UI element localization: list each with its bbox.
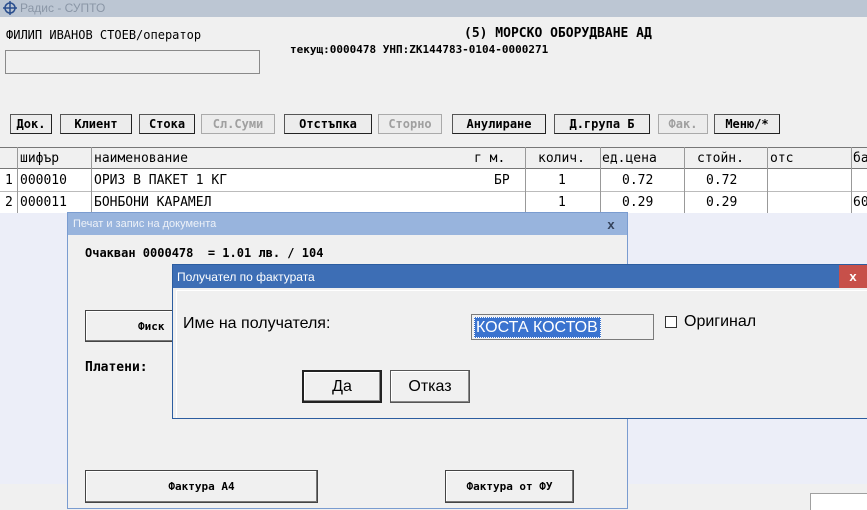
column-divider	[17, 147, 18, 213]
sums-button[interactable]: Сл.Суми	[201, 114, 275, 134]
print-dialog-close-icon[interactable]: x	[596, 214, 626, 234]
column-divider	[767, 147, 768, 213]
column-header-discount[interactable]: отс	[770, 151, 793, 166]
document-info: текущ:0000478 УНП:ZK144783-0104-0000271	[290, 43, 549, 56]
column-divider	[525, 147, 526, 213]
original-label[interactable]: Оригинал	[684, 313, 756, 331]
column-header-extra[interactable]: ба	[853, 151, 867, 166]
column-header-unit[interactable]: г м.	[474, 151, 505, 166]
invoice-a4-button[interactable]: Фактура А4	[85, 470, 318, 503]
row-number: 2	[5, 195, 13, 210]
operator-name: ФИЛИП ИВАНОВ СТОЕВ/оператор	[6, 28, 202, 42]
corner-field[interactable]	[810, 493, 867, 510]
column-header-qty[interactable]: колич.	[538, 151, 585, 166]
recipient-dialog-title-bar[interactable]: Получател по фактурата	[173, 265, 867, 288]
table-cell-qty[interactable]: 1	[558, 195, 566, 210]
app-icon	[3, 1, 17, 15]
menu-button[interactable]: Меню/*	[714, 114, 780, 134]
fiscal-button-label: Фиск	[138, 319, 165, 333]
column-header-price[interactable]: ед.цена	[602, 151, 657, 166]
storno-button[interactable]: Сторно	[378, 114, 442, 134]
recipient-name-value[interactable]: КОСТА КОСТОВ	[474, 317, 601, 338]
invoice-button[interactable]: Фак.	[658, 114, 708, 134]
column-divider	[851, 147, 852, 213]
expected-amount: Очакван 0000478 = 1.01 лв. / 104	[85, 246, 324, 260]
column-divider	[91, 147, 92, 213]
yes-button[interactable]: Да	[302, 370, 382, 403]
row-number: 1	[5, 173, 13, 188]
column-header-code[interactable]: шифър	[20, 151, 59, 166]
table-cell-price[interactable]: 0.29	[622, 195, 653, 210]
column-divider	[600, 147, 601, 213]
column-divider	[684, 147, 685, 213]
recipient-dialog-body	[176, 290, 867, 418]
table-cell-unit[interactable]: БР	[494, 173, 510, 188]
workspace-background	[0, 213, 68, 484]
print-dialog-title: Печат и запис на документа	[73, 218, 217, 230]
table-cell-total[interactable]: 0.72	[706, 173, 737, 188]
search-input[interactable]	[5, 50, 260, 74]
client-button[interactable]: Клиент	[60, 114, 132, 134]
doc-button[interactable]: Док.	[10, 114, 52, 134]
table-cell-total[interactable]: 0.29	[706, 195, 737, 210]
table-cell-qty[interactable]: 1	[558, 173, 566, 188]
table-cell-name[interactable]: ОРИЗ В ПАКЕТ 1 КГ	[94, 173, 227, 188]
recipient-dialog-title: Получател по фактурата	[177, 270, 315, 284]
recipient-name-label: Име на получателя:	[183, 315, 331, 332]
title-bar[interactable]: Радис - СУПТО	[0, 0, 867, 17]
group-b-button[interactable]: Д.група Б	[554, 114, 650, 134]
cancel-button[interactable]: Отказ	[390, 370, 470, 403]
column-header-total[interactable]: стойн.	[697, 151, 744, 166]
table-cell-extra[interactable]: 60	[853, 195, 867, 210]
column-header-name[interactable]: наименование	[94, 151, 188, 166]
window-title: Радис - СУПТО	[20, 1, 106, 15]
discount-button[interactable]: Отстъпка	[284, 114, 372, 134]
goods-button[interactable]: Стока	[139, 114, 195, 134]
table-cell-name[interactable]: БОНБОНИ КАРАМЕЛ	[94, 195, 211, 210]
original-checkbox[interactable]	[665, 316, 677, 328]
invoice-fu-button[interactable]: Фактура от ФУ	[445, 470, 574, 503]
row-divider	[0, 191, 867, 192]
print-dialog-title-bar[interactable]: Печат и запис на документа	[68, 213, 627, 235]
cancel-sale-button[interactable]: Анулиране	[452, 114, 546, 134]
table-cell-price[interactable]: 0.72	[622, 173, 653, 188]
company-name: (5) МОРСКО ОБОРУДВАНЕ АД	[464, 26, 652, 41]
recipient-dialog-close-icon[interactable]: x	[839, 265, 867, 288]
paid-label: Платени:	[85, 360, 148, 375]
table-cell-code[interactable]: 000011	[20, 195, 67, 210]
table-cell-code[interactable]: 000010	[20, 173, 67, 188]
